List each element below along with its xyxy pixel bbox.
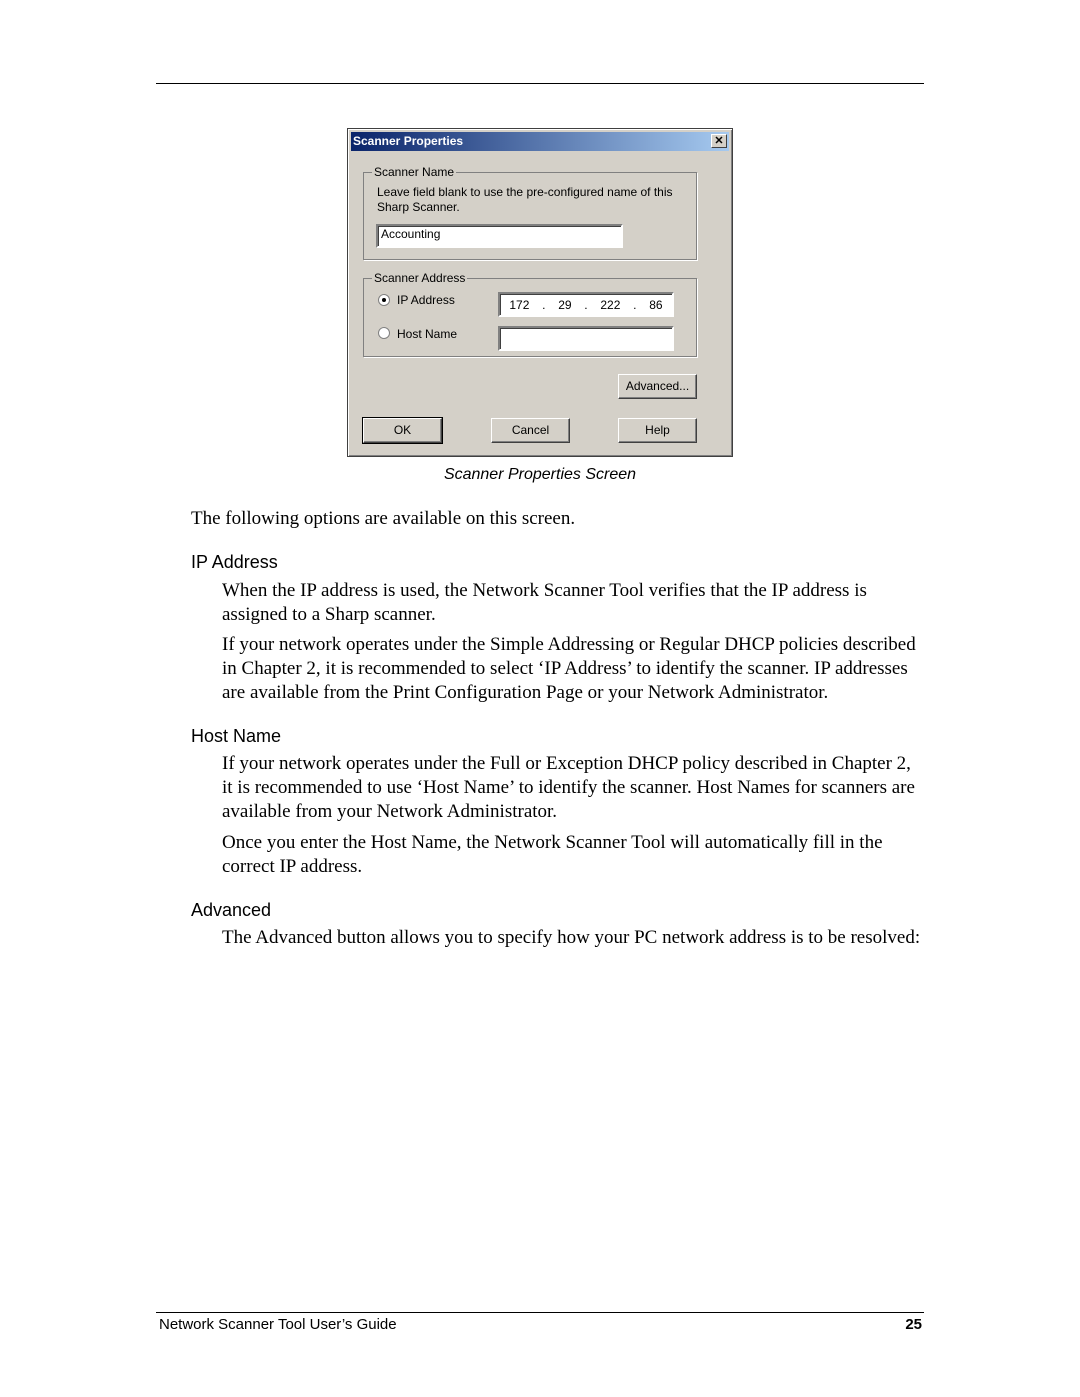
paragraph: The Advanced button allows you to specif… bbox=[222, 927, 921, 948]
page-number: 25 bbox=[905, 1316, 922, 1333]
paragraph: If your network operates under the Simpl… bbox=[222, 634, 916, 703]
figure-caption: Scanner Properties Screen bbox=[443, 466, 637, 483]
group-label: Scanner Name bbox=[372, 165, 457, 179]
name-help-text: Leave field blank to use the pre-configu… bbox=[377, 185, 673, 214]
dot: . bbox=[542, 297, 546, 312]
dot: . bbox=[633, 297, 637, 312]
group-label: Scanner Address bbox=[372, 271, 468, 285]
scanner-name-input[interactable]: Accounting bbox=[376, 224, 623, 248]
cancel-button[interactable]: Cancel bbox=[491, 418, 570, 443]
dialog-title: Scanner Properties bbox=[353, 134, 464, 148]
paragraph: When the IP address is used, the Network… bbox=[222, 580, 867, 625]
footer-title: Network Scanner Tool User’s Guide bbox=[159, 1316, 397, 1333]
close-icon[interactable]: ✕ bbox=[711, 134, 727, 148]
paragraph: Once you enter the Host Name, the Networ… bbox=[222, 832, 883, 877]
host-name-input[interactable] bbox=[498, 326, 674, 351]
ip-address-radio[interactable] bbox=[378, 294, 390, 306]
ip-octet: 29 bbox=[558, 297, 572, 312]
ip-address-label: IP Address bbox=[397, 293, 455, 307]
host-name-radio[interactable] bbox=[378, 327, 390, 339]
ip-octet: 86 bbox=[649, 297, 663, 312]
host-name-label: Host Name bbox=[397, 327, 458, 341]
paragraph: If your network operates under the Full … bbox=[222, 753, 915, 822]
heading-ip-address: IP Address bbox=[191, 552, 278, 572]
ip-octet: 172 bbox=[509, 297, 530, 312]
intro-text: The following options are available on t… bbox=[191, 508, 576, 529]
scanner-name-group: Scanner Name Leave field blank to use th… bbox=[363, 165, 697, 260]
ip-octet: 222 bbox=[600, 297, 621, 312]
dot: . bbox=[584, 297, 588, 312]
advanced-button[interactable]: Advanced... bbox=[618, 374, 697, 399]
header-rule bbox=[156, 83, 924, 84]
heading-advanced: Advanced bbox=[191, 900, 272, 920]
title-bar: Scanner Properties ✕ bbox=[351, 132, 729, 151]
help-button[interactable]: Help bbox=[618, 418, 697, 443]
scanner-address-group: Scanner Address IP Address 172. 29. 222.… bbox=[363, 271, 697, 357]
footer-rule bbox=[156, 1312, 924, 1313]
scanner-properties-dialog: Scanner Properties ✕ Scanner Name Leave … bbox=[347, 128, 733, 457]
ip-address-input[interactable]: 172. 29. 222. 86 bbox=[498, 292, 674, 317]
heading-host-name: Host Name bbox=[191, 726, 282, 746]
ok-button[interactable]: OK bbox=[362, 417, 443, 444]
